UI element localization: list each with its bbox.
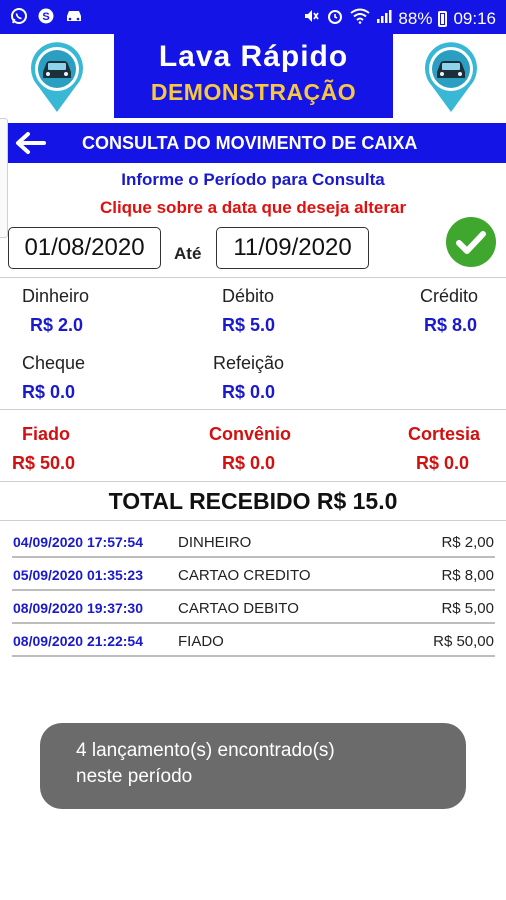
divider bbox=[0, 520, 506, 521]
dinheiro-value: R$ 2.0 bbox=[30, 315, 84, 335]
back-button[interactable] bbox=[12, 127, 48, 159]
cheque-label: Cheque bbox=[22, 353, 86, 373]
skype-icon: S bbox=[37, 7, 55, 30]
start-date-field[interactable]: 01/08/2020 bbox=[8, 227, 161, 269]
signal-icon bbox=[376, 8, 392, 29]
page-header: CONSULTA DO MOVIMENTO DE CAIXA bbox=[8, 123, 506, 163]
divider bbox=[0, 481, 506, 482]
toast-line-2: neste período bbox=[76, 766, 193, 787]
refeicao-label: Refeição bbox=[213, 353, 285, 373]
transaction-datetime: 04/09/2020 17:57:54 bbox=[13, 534, 143, 550]
divider bbox=[0, 409, 506, 410]
transaction-row[interactable]: 05/09/2020 01:35:23 CARTAO CREDITO R$ 8,… bbox=[12, 559, 495, 591]
transaction-amount: R$ 50,00 bbox=[433, 633, 494, 650]
transaction-row[interactable]: 04/09/2020 17:57:54 DINHEIRO R$ 2,00 bbox=[12, 526, 495, 558]
divider bbox=[0, 277, 506, 278]
refeicao-value: R$ 0.0 bbox=[222, 382, 276, 402]
until-label: Até bbox=[174, 244, 202, 263]
notification-icons: S bbox=[10, 7, 84, 30]
debito-label: Débito bbox=[222, 286, 275, 306]
transaction-amount: R$ 2,00 bbox=[441, 534, 494, 551]
logo-title: Lava Rápido bbox=[158, 40, 349, 73]
transaction-datetime: 08/09/2020 21:22:54 bbox=[13, 633, 143, 649]
cheque-value: R$ 0.0 bbox=[22, 382, 76, 402]
car-pin-icon bbox=[418, 40, 484, 114]
logo: Lava Rápido DEMONSTRAÇÃO bbox=[114, 34, 393, 118]
wifi-icon bbox=[350, 8, 371, 29]
logo-subtitle: DEMONSTRAÇÃO bbox=[150, 79, 357, 105]
whatsapp-icon bbox=[10, 7, 28, 30]
cortesia-label: Cortesia bbox=[408, 424, 481, 444]
convenio-value: R$ 0.0 bbox=[222, 453, 276, 473]
transaction-row[interactable]: 08/09/2020 21:22:54 FIADO R$ 50,00 bbox=[12, 625, 495, 657]
transaction-row[interactable]: 08/09/2020 19:37:30 CARTAO DEBITO R$ 5,0… bbox=[12, 592, 495, 624]
arrow-left-icon bbox=[16, 132, 46, 154]
dinheiro-label: Dinheiro bbox=[22, 286, 90, 306]
toast-message: 4 lançamento(s) encontrado(s) neste perí… bbox=[40, 723, 466, 809]
period-instruction: Informe o Período para Consulta bbox=[121, 170, 385, 189]
transaction-description: DINHEIRO bbox=[178, 534, 252, 551]
toast-line-1: 4 lançamento(s) encontrado(s) bbox=[76, 740, 335, 761]
transaction-description: FIADO bbox=[178, 633, 224, 650]
debito-value: R$ 5.0 bbox=[222, 315, 276, 335]
convenio-label: Convênio bbox=[209, 424, 292, 444]
credito-value: R$ 8.0 bbox=[424, 315, 478, 335]
app-banner: Lava Rápido DEMONSTRAÇÃO bbox=[0, 34, 506, 122]
battery-icon bbox=[438, 10, 448, 27]
total-received: TOTAL RECEBIDO R$ 15.0 bbox=[108, 488, 398, 514]
cortesia-value: R$ 0.0 bbox=[416, 453, 470, 473]
date-hint: Clique sobre a data que deseja alterar bbox=[99, 198, 407, 217]
car-pin-icon bbox=[24, 40, 90, 114]
transaction-datetime: 05/09/2020 01:35:23 bbox=[13, 567, 143, 583]
fiado-value: R$ 50.0 bbox=[12, 453, 76, 473]
transaction-amount: R$ 8,00 bbox=[441, 567, 494, 584]
fiado-label: Fiado bbox=[22, 424, 70, 444]
confirm-button[interactable] bbox=[446, 217, 496, 267]
credito-label: Crédito bbox=[420, 286, 479, 306]
clock: 09:16 bbox=[453, 8, 496, 28]
transaction-description: CARTAO DEBITO bbox=[178, 600, 299, 617]
transaction-amount: R$ 5,00 bbox=[441, 600, 494, 617]
transaction-description: CARTAO CREDITO bbox=[178, 567, 311, 584]
transaction-datetime: 08/09/2020 19:37:30 bbox=[13, 600, 143, 616]
svg-text:S: S bbox=[42, 11, 49, 23]
alarm-icon bbox=[326, 7, 344, 30]
status-bar: S 88% 09:16 bbox=[0, 0, 506, 34]
mute-icon bbox=[302, 7, 320, 30]
page-title: CONSULTA DO MOVIMENTO DE CAIXA bbox=[82, 133, 418, 153]
end-date-field[interactable]: 11/09/2020 bbox=[216, 227, 369, 269]
check-icon bbox=[456, 231, 486, 254]
car-icon bbox=[64, 8, 84, 29]
system-status: 88% 09:16 bbox=[302, 7, 496, 30]
battery-percent: 88% bbox=[398, 8, 433, 28]
